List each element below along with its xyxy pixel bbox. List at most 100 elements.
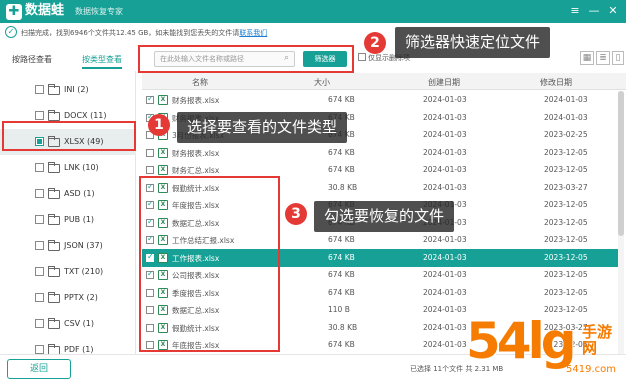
file-modified: 2023-03-27 [544, 182, 588, 192]
file-modified: 2023-12-05 [544, 147, 588, 157]
table-row[interactable]: X 财务报表.xlsx 674 KB 2024-01-03 2023-12-05 [142, 144, 618, 162]
file-created: 2024-01-03 [423, 165, 467, 174]
folder-icon [48, 84, 60, 95]
table-header: 名称 大小 创建日期 修改日期 [142, 73, 626, 90]
annotation-box-type [2, 121, 136, 151]
callout-1: 选择要查看的文件类型 [177, 112, 348, 143]
file-created: 2024-01-03 [423, 95, 467, 104]
scan-status-text: 扫描完成，找到6946个文件共12.45 GB，如未能找到您丢失的文件请 [21, 29, 240, 37]
col-size[interactable]: 大小 [314, 77, 330, 88]
col-name[interactable]: 名称 [192, 77, 208, 88]
check-circle-icon: ✓ [5, 26, 17, 38]
logo-icon: ✚ [6, 4, 22, 20]
sidebar-item[interactable]: LNK (10) [0, 155, 136, 181]
annotation-box-files [139, 176, 280, 352]
folder-icon [48, 162, 60, 173]
file-modified: 2023-12-05 [544, 252, 588, 262]
type-label: TXT (210) [64, 267, 104, 276]
file-size: 674 KB [328, 95, 355, 104]
type-checkbox[interactable] [35, 215, 44, 224]
file-created: 2024-01-03 [423, 235, 467, 244]
file-modified: 2023-12-05 [544, 287, 588, 297]
type-checkbox[interactable] [35, 189, 44, 198]
sidebar-item[interactable]: INI (2) [0, 77, 136, 103]
list-view-icon[interactable]: ≣ [596, 51, 610, 65]
sidebar-item[interactable]: JSON (37) [0, 233, 136, 259]
type-label: JSON (37) [64, 241, 103, 250]
type-label: INI (2) [64, 85, 89, 94]
watermark-line1: 手游网 [582, 323, 613, 357]
row-checkbox[interactable] [146, 148, 154, 157]
callout-2: 筛选器快速定位文件 [395, 27, 551, 58]
annotation-box-filter [138, 45, 354, 73]
file-name: 财务报表.xlsx [172, 148, 220, 158]
back-button[interactable]: 返回 [7, 359, 71, 379]
contact-us-link[interactable]: 联系我们 [239, 29, 267, 37]
col-modified[interactable]: 修改日期 [540, 77, 572, 88]
type-checkbox[interactable] [35, 85, 44, 94]
type-label: DOCX (11) [64, 111, 107, 120]
watermark: 54lg 手游网 5419.com [462, 302, 626, 388]
file-created: 2024-01-03 [423, 252, 467, 262]
type-label: ASD (1) [64, 189, 95, 198]
type-checkbox[interactable] [35, 241, 44, 250]
watermark-logo: 54lg [466, 312, 576, 370]
type-checkbox[interactable] [35, 267, 44, 276]
tab-by-type[interactable]: 按类型查看 [82, 54, 122, 69]
sidebar-item[interactable]: PPTX (2) [0, 285, 136, 311]
type-checkbox[interactable] [35, 111, 44, 120]
file-modified: 2023-02-25 [544, 130, 588, 139]
file-name: 财务报表.xlsx [172, 96, 220, 105]
watermark-line2: 5419.com [566, 364, 616, 375]
badge-3: 3 [285, 203, 307, 225]
detail-view-icon[interactable]: ▯ [612, 51, 624, 65]
sidebar-item[interactable]: PUB (1) [0, 207, 136, 233]
excel-file-icon: X [158, 165, 168, 175]
file-created: 2024-01-03 [423, 270, 467, 279]
file-size: 674 KB [328, 287, 355, 297]
file-created: 2024-01-03 [423, 130, 467, 139]
file-created: 2024-01-03 [423, 147, 467, 157]
menu-icon[interactable]: ≡ [567, 3, 583, 19]
folder-icon [48, 188, 60, 199]
file-size: 674 KB [328, 340, 355, 349]
file-size: 30.8 KB [328, 322, 358, 332]
file-size: 674 KB [328, 252, 355, 262]
file-created: 2024-01-03 [423, 182, 467, 192]
table-row[interactable]: X 财务报表.xlsx 674 KB 2024-01-03 2024-01-03 [142, 91, 618, 109]
file-size: 674 KB [328, 165, 355, 174]
tab-by-path[interactable]: 按路径查看 [12, 54, 52, 65]
folder-icon [48, 214, 60, 225]
sidebar-item[interactable]: CSV (1) [0, 311, 136, 337]
minimize-icon[interactable]: — [586, 3, 602, 19]
col-created[interactable]: 创建日期 [428, 77, 460, 88]
type-checkbox[interactable] [35, 293, 44, 302]
folder-icon [48, 240, 60, 251]
type-label: PPTX (2) [64, 293, 98, 302]
file-created: 2024-01-03 [423, 287, 467, 297]
type-label: LNK (10) [64, 163, 99, 172]
file-modified: 2023-12-05 [544, 200, 588, 209]
scrollbar-thumb[interactable] [618, 91, 624, 236]
grid-view-icon[interactable]: ▦ [580, 51, 594, 65]
type-checkbox[interactable] [35, 345, 44, 354]
callout-3: 勾选要恢复的文件 [314, 201, 455, 232]
file-modified: 2024-01-03 [544, 112, 588, 122]
row-checkbox[interactable] [146, 94, 154, 104]
folder-icon [48, 292, 60, 303]
file-size: 30.8 KB [328, 182, 358, 192]
checkbox-box[interactable] [358, 53, 366, 61]
type-label: CSV (1) [64, 319, 95, 328]
file-modified: 2023-12-05 [544, 165, 588, 174]
file-created: 2024-01-03 [423, 322, 467, 332]
type-checkbox[interactable] [35, 163, 44, 172]
close-icon[interactable]: ✕ [605, 3, 621, 19]
row-checkbox[interactable] [146, 166, 154, 174]
app-subtitle: 数据恢复专家 [75, 7, 123, 16]
type-checkbox[interactable] [35, 319, 44, 328]
sidebar-item[interactable]: TXT (210) [0, 259, 136, 285]
file-modified: 2024-01-03 [544, 95, 588, 104]
file-size: 674 KB [328, 235, 355, 244]
type-label: PDF (1) [64, 345, 94, 354]
sidebar-item[interactable]: ASD (1) [0, 181, 136, 207]
